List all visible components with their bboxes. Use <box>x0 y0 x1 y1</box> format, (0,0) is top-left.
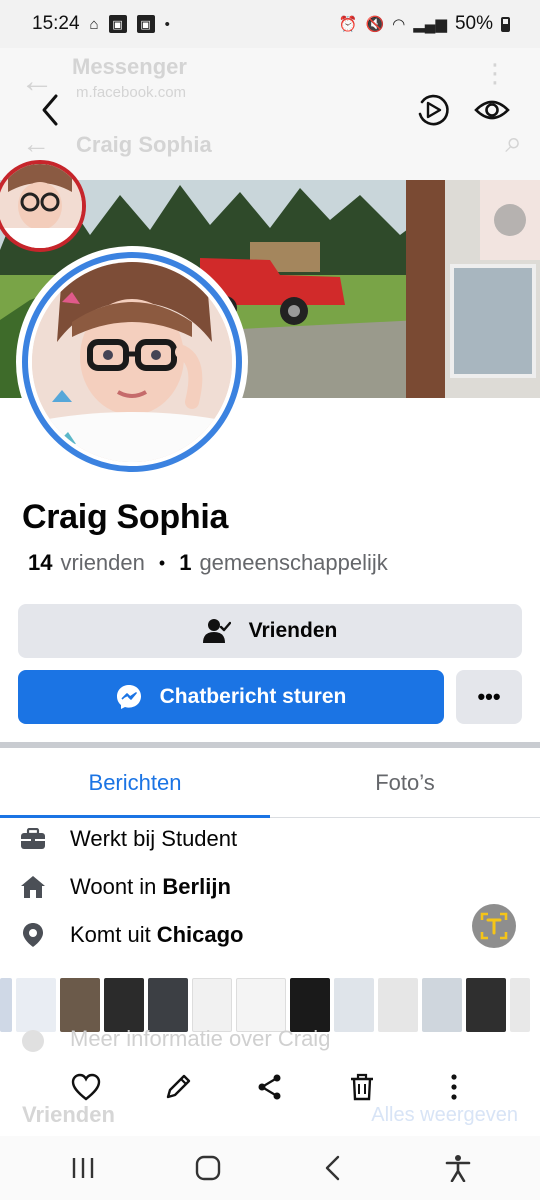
profile-name: Craig Sophia <box>22 498 229 536</box>
thumbnail[interactable] <box>334 978 374 1032</box>
see-all-friends-link: Alles weergeven <box>371 1104 518 1126</box>
thumbnail[interactable] <box>148 978 188 1032</box>
recent-apps-icon <box>72 1158 93 1178</box>
separator-dot: • <box>158 552 166 573</box>
share-button[interactable] <box>253 1070 287 1104</box>
video-button[interactable] <box>414 92 450 128</box>
back-chevron-icon <box>325 1155 339 1181</box>
back-nav-button[interactable] <box>313 1148 353 1188</box>
home-icon <box>20 874 46 900</box>
text-scan-button[interactable] <box>472 904 516 948</box>
wifi-icon: ◠ <box>392 16 406 33</box>
app-notification-icon: ▣ <box>136 15 155 33</box>
alarm-icon: ⏰ <box>338 16 358 33</box>
location-pin-icon <box>20 922 46 948</box>
friends-button-label: Vrienden <box>248 619 338 642</box>
signal-icon: ▂▄▆ <box>413 16 447 33</box>
avatar-image <box>0 164 82 248</box>
battery-icon <box>501 16 510 32</box>
mute-icon: 🔇 <box>365 16 385 33</box>
system-navigation-bar <box>0 1136 540 1200</box>
message-button-label: Chatbericht sturen <box>159 685 347 708</box>
recent-apps-button[interactable] <box>63 1148 103 1188</box>
thumbnail[interactable] <box>290 978 330 1032</box>
info-lives-prefix: Woont in <box>70 874 157 899</box>
accessibility-icon <box>445 1155 470 1182</box>
battery-level: 50% <box>454 13 493 34</box>
back-button[interactable] <box>36 90 66 130</box>
favorite-button[interactable] <box>69 1070 103 1104</box>
message-button[interactable]: Chatbericht sturen <box>18 670 444 724</box>
tab-label: Berichten <box>88 769 182 795</box>
info-from-value: Chicago <box>156 922 244 947</box>
friends-button[interactable]: Vrienden <box>18 604 522 658</box>
info-lives[interactable]: Woont in Berlijn <box>20 874 231 900</box>
text-scan-icon <box>480 912 508 940</box>
friends-summary[interactable]: 14 vrienden • 1 gemeenschappelijk <box>28 550 388 576</box>
briefcase-icon <box>20 826 46 852</box>
thumbnail[interactable] <box>422 978 462 1032</box>
friends-count: 14 <box>28 550 53 575</box>
pencil-icon <box>166 1074 191 1099</box>
edit-button[interactable] <box>161 1070 195 1104</box>
info-from-prefix: Komt uit <box>70 922 151 947</box>
home-square-icon <box>195 1155 220 1181</box>
heart-icon <box>71 1073 101 1101</box>
home-button[interactable] <box>188 1148 228 1188</box>
thumbnail[interactable] <box>192 978 232 1032</box>
thumbnail[interactable] <box>466 978 506 1032</box>
more-vertical-icon <box>451 1074 457 1100</box>
tab-label: Foto’s <box>375 769 435 795</box>
more-dots-icon: ••• <box>477 684 501 709</box>
tab-posts[interactable]: Berichten <box>0 748 270 818</box>
thumbnail[interactable] <box>16 978 56 1032</box>
friends-label: vrienden <box>60 550 145 575</box>
mutual-count: 1 <box>179 550 192 575</box>
info-icon-ghost <box>22 1030 44 1052</box>
thumbnail[interactable] <box>236 978 286 1032</box>
friend-check-icon <box>202 619 231 643</box>
eye-icon <box>474 100 510 120</box>
status-bar: 15:24 ⌂ ▣ ▣ • ⏰ 🔇 ◠ ▂▄▆ 50% <box>0 0 540 48</box>
thumbnail[interactable] <box>104 978 144 1032</box>
friends-section-title: Vrienden <box>22 1102 115 1127</box>
mutual-label: gemeenschappelijk <box>199 550 388 575</box>
more-notifications-icon: • <box>164 15 170 33</box>
trash-icon <box>351 1073 373 1101</box>
thumbnail[interactable] <box>0 978 12 1032</box>
profile-tabs: Berichten Foto’s <box>0 748 540 818</box>
info-work[interactable]: Werkt bij Student <box>20 826 237 852</box>
avatar-photo <box>32 262 232 462</box>
delete-button[interactable] <box>345 1070 379 1104</box>
info-work-text: Werkt bij Student <box>70 826 238 851</box>
clock: 15:24 <box>32 13 80 34</box>
notification-icon: ⌂ <box>89 15 99 33</box>
app-notification-icon: ▣ <box>108 15 127 33</box>
view-button[interactable] <box>474 94 510 126</box>
thumbnail[interactable] <box>378 978 418 1032</box>
top-nav <box>0 84 540 140</box>
share-icon <box>258 1074 281 1100</box>
video-play-icon <box>418 94 449 126</box>
profile-avatar[interactable] <box>16 246 248 478</box>
info-from[interactable]: Komt uit Chicago <box>20 922 244 948</box>
chevron-left-icon <box>42 94 58 126</box>
browser-title: Messenger <box>72 54 187 79</box>
info-lives-value: Berlijn <box>162 874 231 899</box>
more-options-button[interactable]: ••• <box>456 670 522 724</box>
accessibility-button[interactable] <box>438 1148 478 1188</box>
avatar-ring <box>22 252 242 472</box>
thumbnail[interactable] <box>60 978 100 1032</box>
tab-photos[interactable]: Foto’s <box>270 748 540 817</box>
more-actions-button[interactable] <box>437 1070 471 1104</box>
more-info-link: Meer informatie over Craig <box>70 1026 331 1051</box>
messenger-icon <box>116 685 141 709</box>
thumbnail[interactable] <box>510 978 530 1032</box>
